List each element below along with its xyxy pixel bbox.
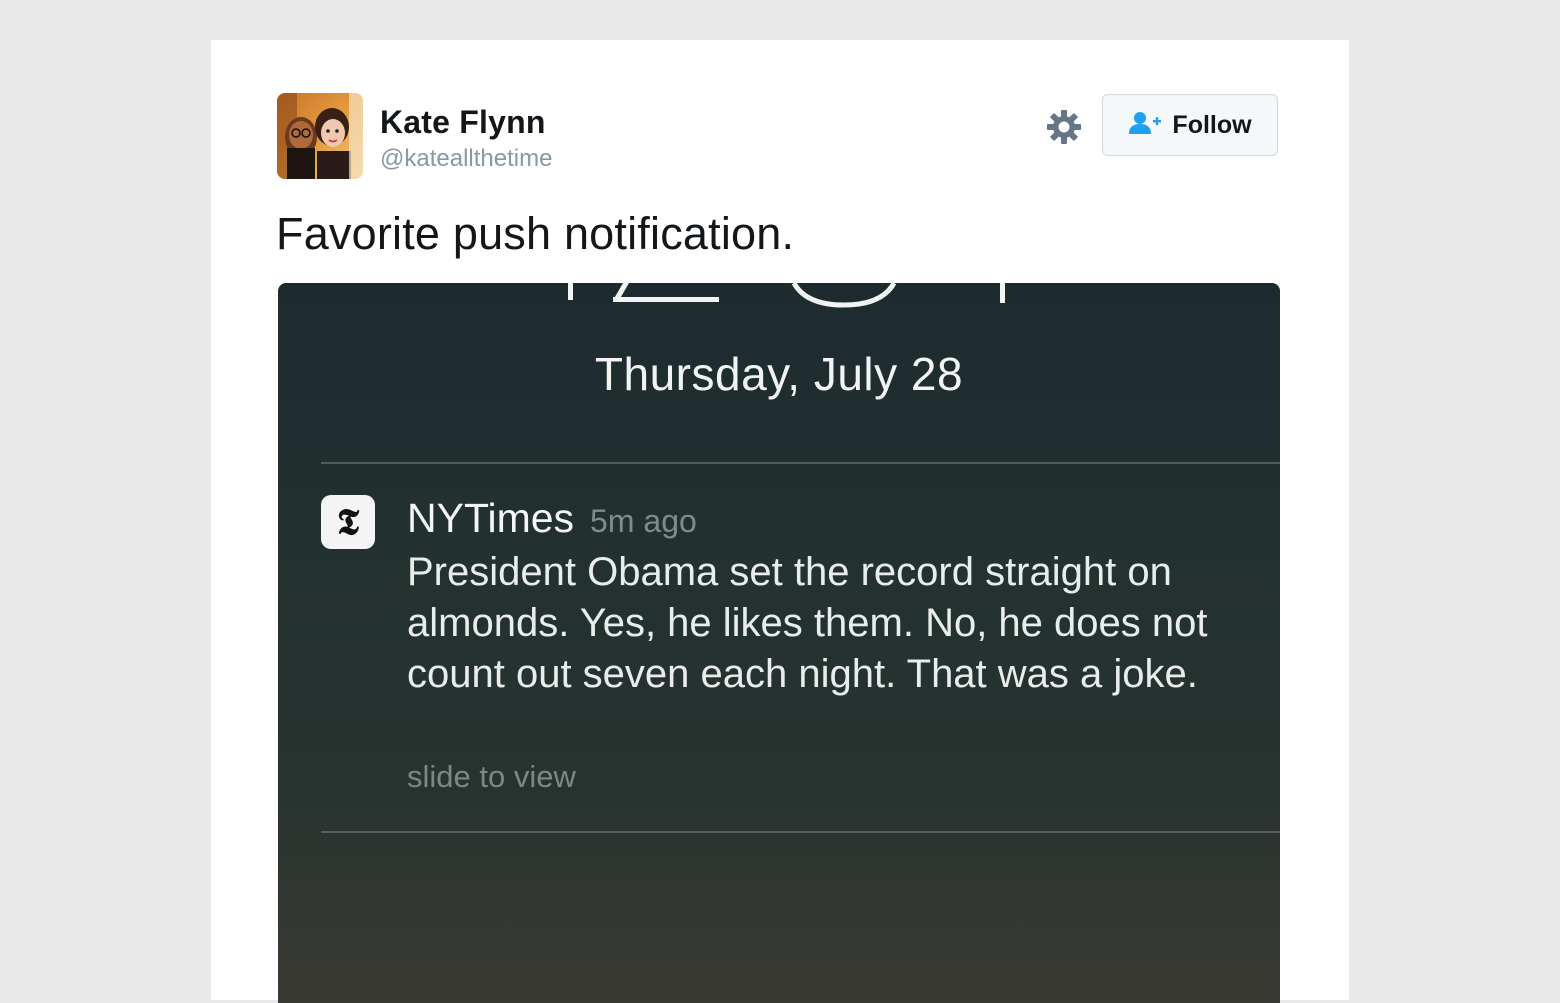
- gear-icon[interactable]: [1044, 107, 1084, 147]
- follow-button[interactable]: Follow: [1102, 94, 1278, 156]
- notification-app-name: NYTimes: [407, 495, 575, 541]
- lockscreen-date: Thursday, July 28: [594, 348, 964, 400]
- nytimes-logo-icon: 𝕿: [321, 495, 375, 549]
- divider: [321, 462, 1280, 464]
- notification-body: President Obama set the record straight …: [407, 550, 1208, 696]
- user-name[interactable]: Kate Flynn: [380, 104, 546, 141]
- notification-time: 5m ago: [590, 503, 697, 539]
- tweet-card: Kate Flynn @kateallthetime Follow Favori…: [211, 39, 1349, 1003]
- lockscreen-clock-fragment: [568, 283, 1005, 308]
- notification-hint: slide to view: [407, 759, 576, 794]
- divider: [321, 831, 1280, 833]
- notification-header: NYTimes 5m ago: [407, 495, 697, 542]
- follow-label: Follow: [1172, 110, 1252, 139]
- avatar[interactable]: [277, 93, 363, 179]
- tweet-media-image[interactable]: Thursday, July 28 𝕿 NYTimes 5m ago Presid…: [278, 283, 1280, 1003]
- add-user-icon: [1128, 110, 1162, 141]
- user-handle[interactable]: @kateallthetime: [380, 145, 552, 173]
- tweet-text: Favorite push notification.: [276, 208, 795, 259]
- avatar-photo: [277, 93, 363, 179]
